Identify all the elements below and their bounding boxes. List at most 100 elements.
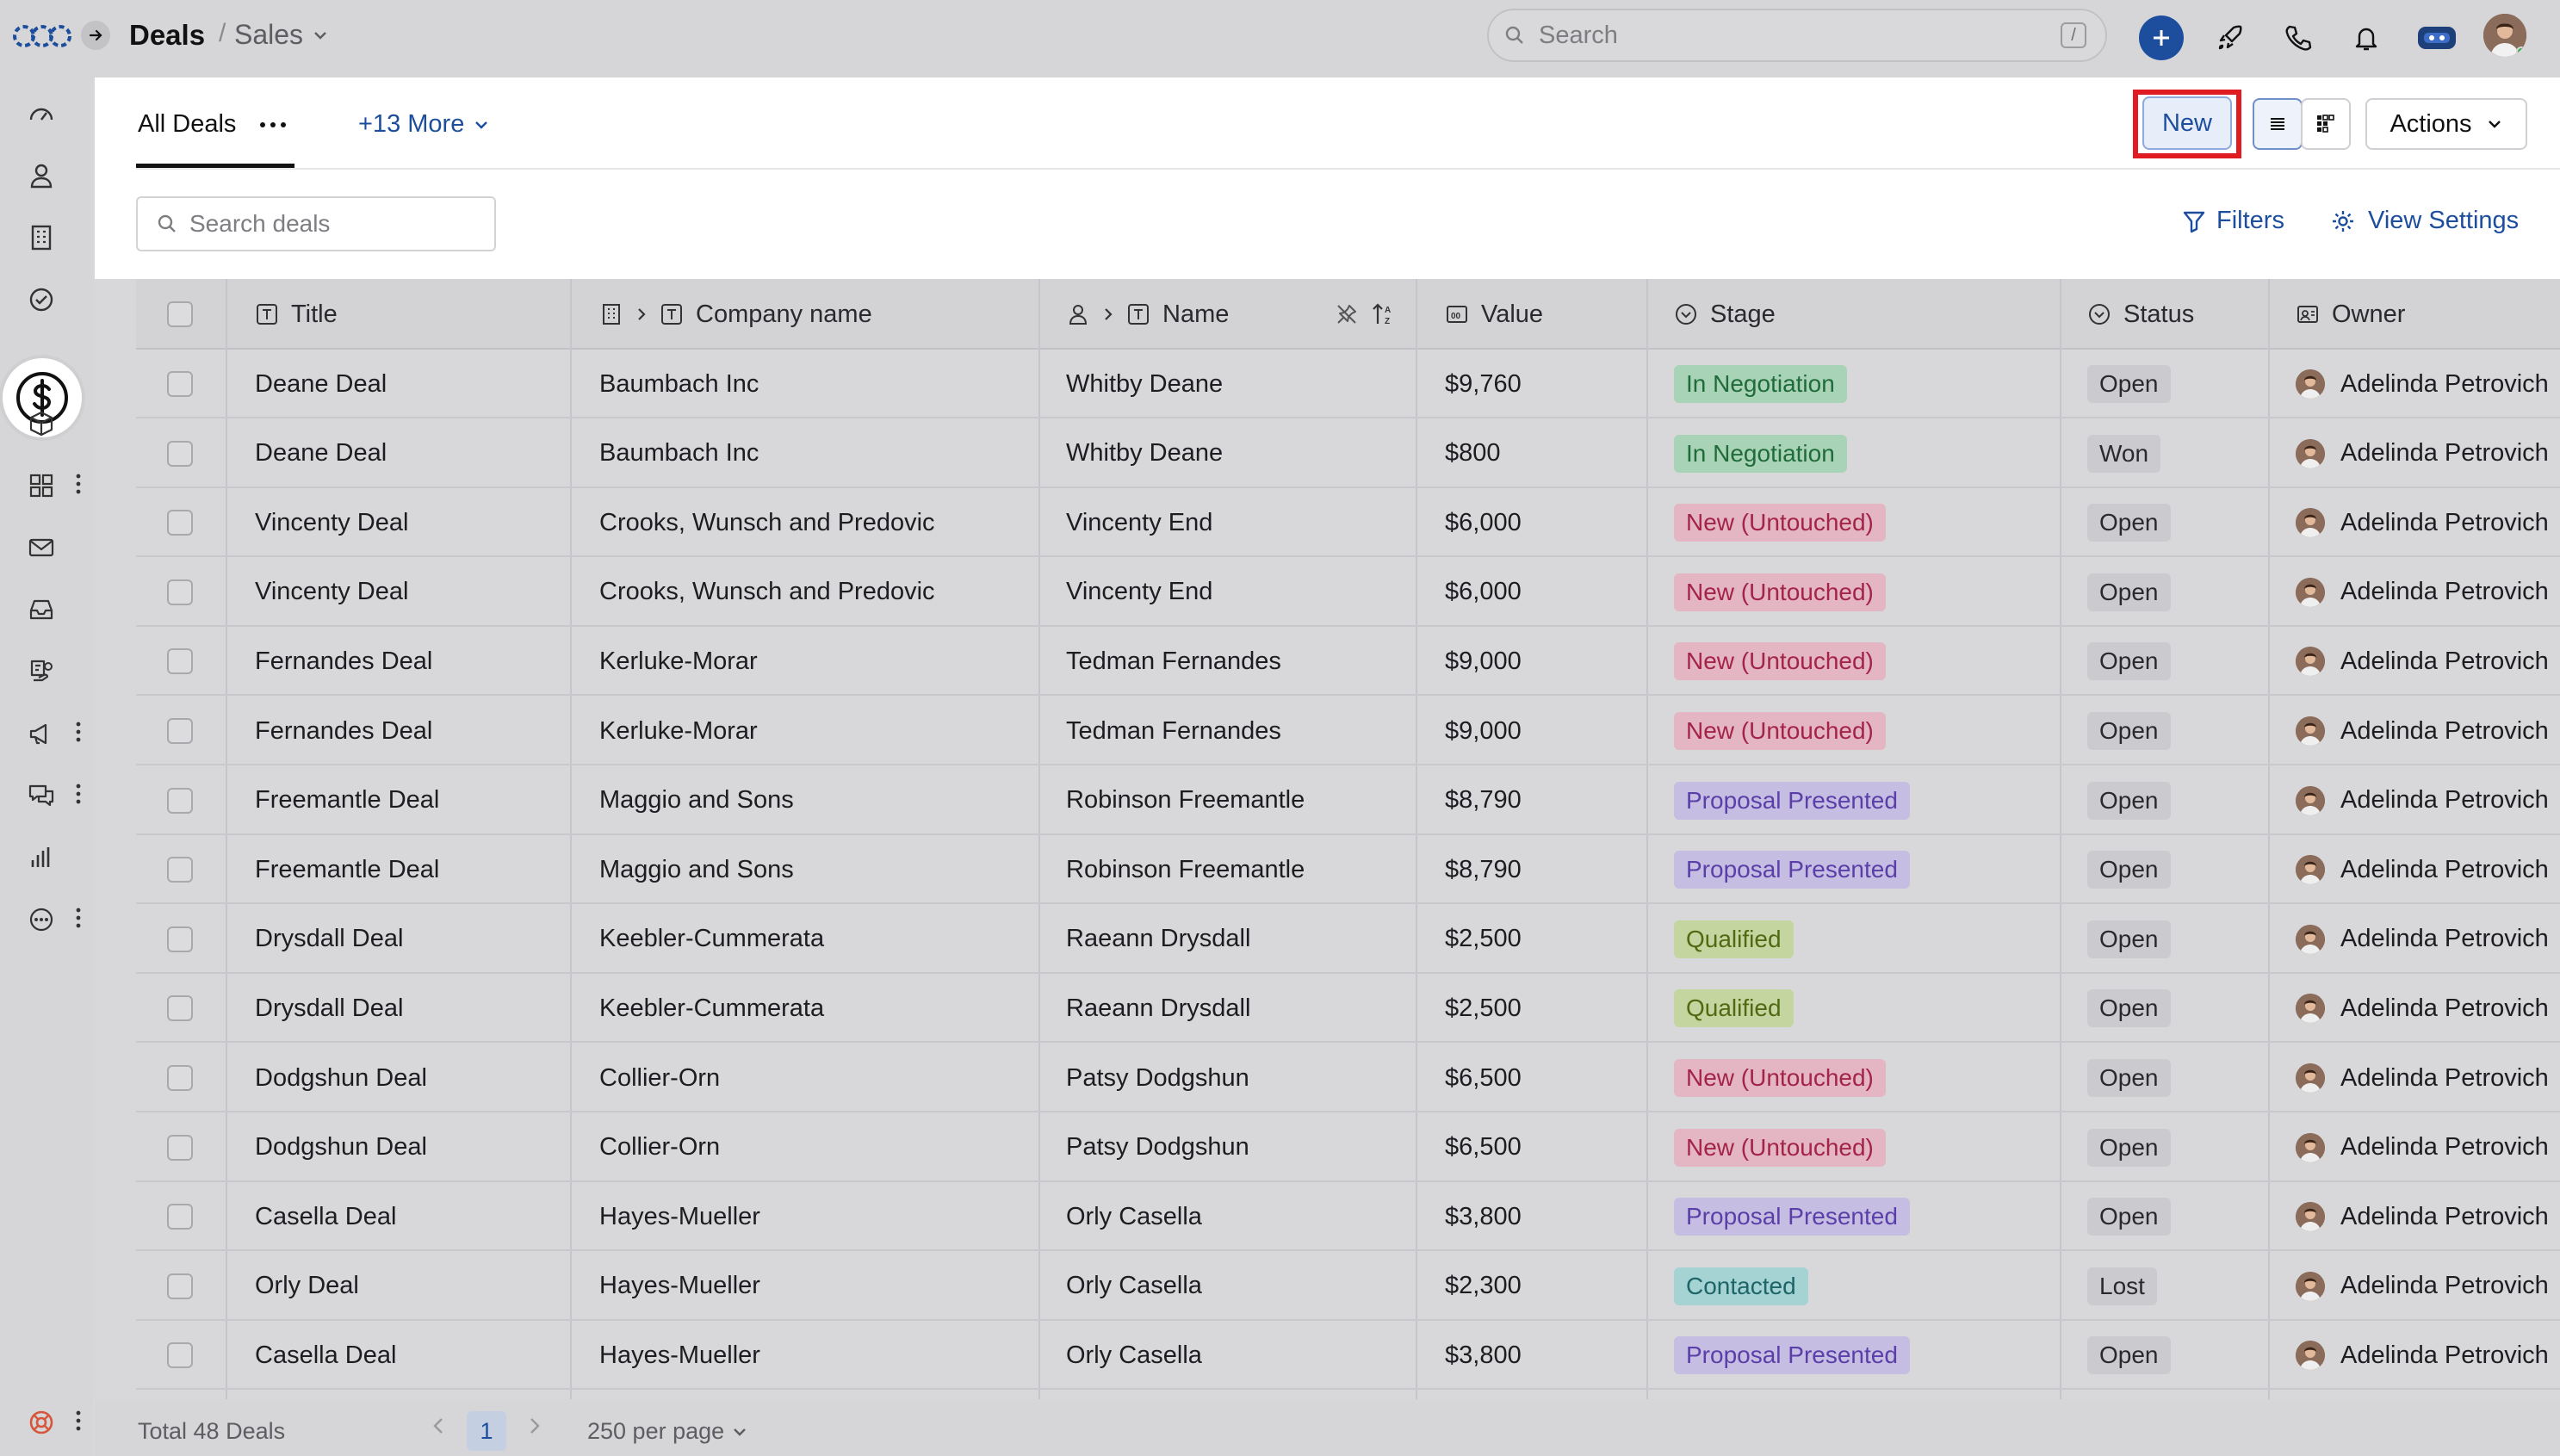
sidebar-item-products[interactable]: [22, 405, 60, 443]
cell-stage[interactable]: New (Untouched): [1674, 697, 1886, 765]
sidebar-item-reports[interactable]: [22, 839, 60, 877]
cell-owner[interactable]: Adelinda Petrovich: [2296, 1113, 2549, 1182]
cell-status[interactable]: Open: [2087, 1182, 2171, 1251]
cell-company[interactable]: Baumbach Inc: [599, 350, 759, 418]
column-header-stage[interactable]: Stage: [1674, 279, 1776, 350]
table-row[interactable]: Orly Deal Hayes-Mueller Orly Casella $2,300…: [136, 1252, 2560, 1321]
row-checkbox[interactable]: [167, 974, 193, 1043]
cell-title[interactable]: Deane Deal: [255, 419, 387, 488]
cell-status[interactable]: Lost: [2087, 1252, 2157, 1321]
cell-company[interactable]: Crooks, Wunsch and Predovic: [599, 558, 935, 627]
cell-stage[interactable]: New (Untouched): [1674, 558, 1886, 627]
sidebar-item-inbox[interactable]: [22, 591, 60, 629]
notifications-button[interactable]: [2344, 15, 2389, 60]
cell-title[interactable]: Casella Deal: [255, 1321, 396, 1390]
cell-name[interactable]: Whitby Deane: [1066, 350, 1223, 418]
column-header-title[interactable]: Title: [255, 279, 338, 350]
filters-button[interactable]: Filters: [2182, 207, 2284, 235]
table-row[interactable]: Fernandes Deal Kerluke-Morar Tedman Fernan…: [136, 697, 2560, 765]
cell-owner[interactable]: Adelinda Petrovich: [2296, 627, 2549, 696]
cell-name[interactable]: Tedman Fernandes: [1066, 627, 1281, 696]
cell-title[interactable]: Orly Deal: [255, 1252, 359, 1321]
cell-title[interactable]: Vincenty Deal: [255, 488, 408, 557]
cell-status[interactable]: Open: [2087, 697, 2171, 765]
table-row[interactable]: Dodgshun Deal Collier-Orn Patsy Dodgshun $6…: [136, 1044, 2560, 1112]
table-row[interactable]: Deane Deal Baumbach Inc Whitby Deane $800 In…: [136, 419, 2560, 488]
new-deal-button[interactable]: New: [2142, 96, 2232, 150]
cell-title[interactable]: Drysdall Deal: [255, 974, 403, 1043]
row-checkbox[interactable]: [167, 835, 193, 904]
cell-title[interactable]: Drysdall Deal: [255, 905, 403, 974]
table-row[interactable]: Drysdall Deal Keebler-Cummerata Raeann Dry…: [136, 905, 2560, 974]
cell-owner[interactable]: Adelinda Petrovich: [2296, 974, 2549, 1043]
sort-button[interactable]: AZ: [1371, 279, 1397, 350]
cell-owner[interactable]: Adelinda Petrovich: [2296, 1252, 2549, 1321]
conversations-more-menu[interactable]: [72, 781, 84, 807]
cell-title[interactable]: Casella Deal: [255, 1182, 396, 1251]
row-checkbox[interactable]: [167, 350, 193, 418]
cell-company[interactable]: Maggio and Sons: [599, 766, 794, 835]
expand-sidebar-button[interactable]: [81, 21, 110, 50]
cell-company[interactable]: Keebler-Cummerata: [599, 905, 824, 974]
cell-name[interactable]: Orly Casella: [1066, 1182, 1202, 1251]
ai-assistant-button[interactable]: [2414, 15, 2459, 60]
actions-dropdown[interactable]: Actions: [2365, 98, 2527, 150]
table-row[interactable]: Casella Deal Hayes-Mueller Orly Casella $3,…: [136, 1182, 2560, 1252]
cell-owner[interactable]: Adelinda Petrovich: [2296, 558, 2549, 627]
cell-name[interactable]: Orly Casella: [1066, 1252, 1202, 1321]
cell-company[interactable]: Baumbach Inc: [599, 419, 759, 488]
campaigns-more-menu[interactable]: [72, 719, 84, 745]
cell-name[interactable]: Tedman Fernandes: [1066, 697, 1281, 765]
row-checkbox[interactable]: [167, 488, 193, 557]
cell-stage[interactable]: New (Untouched): [1674, 1113, 1886, 1182]
cell-stage[interactable]: In Negotiation: [1674, 350, 1847, 418]
current-page[interactable]: 1: [467, 1411, 506, 1451]
sidebar-item-tasks[interactable]: [22, 281, 60, 319]
cell-name[interactable]: Patsy Dodgshun: [1066, 1044, 1249, 1112]
create-button[interactable]: [2139, 15, 2184, 60]
cell-name[interactable]: Robinson Freemantle: [1066, 835, 1305, 904]
table-row[interactable]: Fernandes Deal Kerluke-Morar Tedman Fernan…: [136, 627, 2560, 697]
cell-company[interactable]: Kerluke-Morar: [599, 697, 758, 765]
sidebar-item-apps[interactable]: [22, 467, 60, 505]
table-row[interactable]: Vincenty Deal Crooks, Wunsch and Predovic…: [136, 558, 2560, 627]
cell-name[interactable]: Raeann Drysdall: [1066, 905, 1250, 974]
cell-status[interactable]: Open: [2087, 488, 2171, 557]
cell-status[interactable]: Open: [2087, 974, 2171, 1043]
row-checkbox[interactable]: [167, 419, 193, 488]
sidebar-item-campaigns[interactable]: [22, 715, 60, 753]
cell-stage[interactable]: New (Untouched): [1674, 488, 1886, 557]
row-checkbox[interactable]: [167, 1182, 193, 1251]
row-checkbox[interactable]: [167, 558, 193, 627]
sidebar-item-contacts[interactable]: [22, 157, 60, 195]
cell-owner[interactable]: Adelinda Petrovich: [2296, 905, 2549, 974]
sidebar-item-more[interactable]: [22, 901, 60, 939]
user-avatar[interactable]: [2483, 14, 2526, 57]
cell-title[interactable]: Dodgshun Deal: [255, 1113, 427, 1182]
cell-owner[interactable]: Adelinda Petrovich: [2296, 419, 2549, 488]
table-row[interactable]: Freemantle Deal Maggio and Sons Robinson F…: [136, 835, 2560, 905]
cell-name[interactable]: Orly Casella: [1066, 1321, 1202, 1390]
cell-company[interactable]: Maggio and Sons: [599, 835, 794, 904]
cell-title[interactable]: Deane Deal: [255, 350, 387, 418]
tab-all-deals[interactable]: All Deals: [138, 110, 236, 139]
cell-status[interactable]: Open: [2087, 627, 2171, 696]
cell-name[interactable]: Robinson Freemantle: [1066, 766, 1305, 835]
cell-status[interactable]: Open: [2087, 1113, 2171, 1182]
cell-owner[interactable]: Adelinda Petrovich: [2296, 1044, 2549, 1112]
rocket-button[interactable]: [2208, 15, 2253, 60]
cell-stage[interactable]: Qualified: [1674, 974, 1794, 1043]
cell-company[interactable]: Hayes-Mueller: [599, 1182, 760, 1251]
cell-name[interactable]: Vincenty End: [1066, 488, 1212, 557]
cell-stage[interactable]: Proposal Presented: [1674, 1321, 1910, 1390]
tab-options-menu[interactable]: [258, 103, 288, 137]
cell-company[interactable]: Collier-Orn: [599, 1044, 720, 1112]
cell-company[interactable]: Hayes-Mueller: [599, 1321, 760, 1390]
unpin-column-button[interactable]: [1335, 279, 1359, 350]
column-header-owner[interactable]: Owner: [2296, 279, 2405, 350]
cell-status[interactable]: Open: [2087, 1044, 2171, 1112]
deal-search-input[interactable]: Search deals: [136, 196, 496, 251]
cell-stage[interactable]: Contacted: [1674, 1252, 1808, 1321]
column-header-company[interactable]: Company name: [599, 279, 872, 350]
sidebar-item-dashboard[interactable]: [22, 95, 60, 133]
